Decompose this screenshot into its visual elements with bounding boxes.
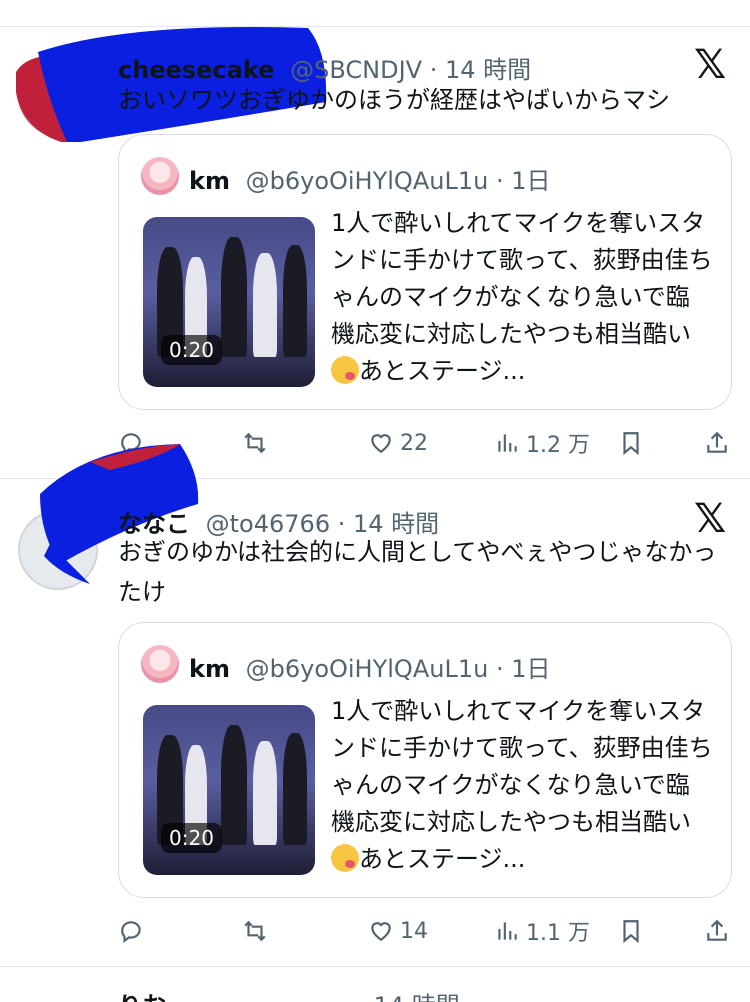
- timestamp[interactable]: 14 時間: [374, 992, 460, 1002]
- tweet-divider: [0, 966, 750, 967]
- views-button[interactable]: 1.1 万: [494, 911, 590, 951]
- share-icon: [707, 919, 727, 941]
- heart-icon: [371, 922, 391, 941]
- reply-icon: [121, 433, 141, 455]
- quoted-text-body: 1人で酔いしれてマイクを奪いスタンドに手かけて歌って、荻野由佳ちゃんのマイクがな…: [331, 209, 713, 348]
- quoted-text-tail: あとステージ...: [359, 357, 526, 385]
- repost-button[interactable]: [242, 423, 274, 463]
- like-count: 22: [400, 430, 428, 456]
- bookmark-button[interactable]: [618, 911, 644, 951]
- tweet-actions: 22 1.2 万: [118, 423, 732, 463]
- quoted-meta: km @b6yoOiHYlQAuL1u · 1日: [189, 655, 551, 683]
- quoted-display-name[interactable]: km: [189, 655, 230, 683]
- quoted-handle[interactable]: @b6yoOiHYlQAuL1u: [246, 167, 489, 195]
- face-emoji-icon: [331, 844, 359, 872]
- share-icon: [707, 431, 727, 453]
- share-button[interactable]: [704, 423, 730, 463]
- views-count: 1.2 万: [526, 433, 590, 458]
- video-thumbnail[interactable]: 0:20: [143, 705, 315, 875]
- tweet-text: おぎのゆかは社会的に人間としてやべぇやつじゃなかったけ: [118, 538, 717, 606]
- video-duration: 0:20: [161, 823, 222, 853]
- tweet-text: おいソワツおぎゆかのほうが経歴はやばいからマシ: [118, 86, 670, 114]
- figure-shape: [253, 741, 277, 845]
- tweet-divider: [0, 478, 750, 479]
- repost-button[interactable]: [242, 911, 274, 951]
- views-count: 1.1 万: [526, 921, 590, 946]
- reply-button[interactable]: [118, 911, 150, 951]
- heart-icon: [371, 434, 391, 453]
- quoted-handle[interactable]: @b6yoOiHYlQAuL1u: [246, 655, 489, 683]
- bookmark-button[interactable]: [618, 423, 644, 463]
- bookmark-icon: [623, 920, 639, 944]
- bookmark-icon: [623, 432, 639, 456]
- like-button[interactable]: 14: [368, 911, 428, 951]
- views-button[interactable]: 1.2 万: [494, 423, 590, 463]
- quoted-avatar[interactable]: [141, 157, 179, 195]
- figure-shape: [283, 245, 307, 357]
- quoted-display-name[interactable]: km: [189, 167, 230, 195]
- views-icon: [498, 434, 517, 452]
- figure-shape: [221, 237, 247, 357]
- quoted-text-body: 1人で酔いしれてマイクを奪いスタンドに手かけて歌って、荻野由佳ちゃんのマイクがな…: [331, 697, 713, 836]
- quoted-text-tail: あとステージ...: [359, 845, 526, 873]
- quoted-tweet[interactable]: km @b6yoOiHYlQAuL1u · 1日 0:20 1人で酔いしれてマイ…: [118, 134, 732, 410]
- figure-shape: [253, 253, 277, 357]
- video-thumbnail[interactable]: 0:20: [143, 217, 315, 387]
- quoted-text: 1人で酔いしれてマイクを奪いスタンドに手かけて歌って、荻野由佳ちゃんのマイクがな…: [331, 205, 713, 390]
- like-button[interactable]: 22: [368, 423, 428, 463]
- share-button[interactable]: [704, 911, 730, 951]
- quoted-timestamp[interactable]: 1日: [511, 167, 550, 195]
- quoted-avatar[interactable]: [141, 645, 179, 683]
- figure-shape: [221, 725, 247, 845]
- quoted-tweet[interactable]: km @b6yoOiHYlQAuL1u · 1日 0:20 1人で酔いしれてマイ…: [118, 622, 732, 898]
- display-name[interactable]: りお: [118, 992, 166, 1002]
- face-emoji-icon: [331, 356, 359, 384]
- reply-button[interactable]: [118, 423, 150, 463]
- video-duration: 0:20: [161, 335, 222, 365]
- quoted-meta: km @b6yoOiHYlQAuL1u · 1日: [189, 167, 551, 195]
- views-icon: [498, 922, 517, 940]
- like-count: 14: [400, 918, 428, 944]
- top-divider: [0, 26, 750, 27]
- repost-icon: [244, 920, 266, 942]
- figure-shape: [283, 733, 307, 845]
- repost-icon: [244, 432, 266, 454]
- next-tweet-meta: りお 14 時間: [118, 986, 460, 1002]
- avatar[interactable]: [18, 510, 98, 590]
- quoted-text: 1人で酔いしれてマイクを奪いスタンドに手かけて歌って、荻野由佳ちゃんのマイクがな…: [331, 693, 713, 878]
- quoted-timestamp[interactable]: 1日: [511, 655, 550, 683]
- reply-icon: [121, 921, 141, 943]
- avatar[interactable]: [18, 56, 98, 136]
- tweet-actions: 14 1.1 万: [118, 911, 732, 951]
